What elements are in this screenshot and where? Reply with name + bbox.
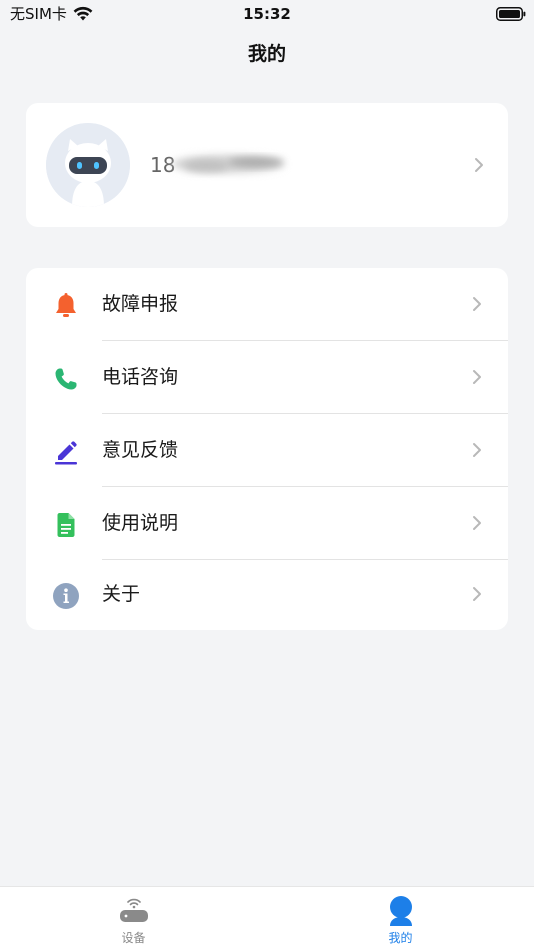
avatar xyxy=(46,123,130,207)
edit-icon xyxy=(52,438,80,466)
chevron-right-icon xyxy=(472,369,482,385)
chevron-right-icon xyxy=(472,586,482,602)
document-icon xyxy=(52,511,80,539)
menu-item-label: 使用说明 xyxy=(102,512,179,534)
robot-avatar-icon xyxy=(46,123,130,207)
status-bar: 无SIM卡 15:32 xyxy=(0,0,534,30)
tab-label: 设备 xyxy=(121,931,146,945)
user-icon xyxy=(385,895,417,927)
phone-icon xyxy=(52,365,80,393)
profile-card[interactable]: 18 xyxy=(26,103,508,227)
menu-item-instructions[interactable]: 使用说明 xyxy=(26,487,508,559)
tab-label: 我的 xyxy=(388,931,413,945)
status-time: 15:32 xyxy=(243,5,291,23)
menu-item-label: 意见反馈 xyxy=(102,439,179,461)
menu-item-fault-report[interactable]: 故障申报 xyxy=(26,268,508,340)
chevron-right-icon xyxy=(472,296,482,312)
chevron-right-icon xyxy=(472,442,482,458)
page-title: 我的 xyxy=(247,43,286,65)
chevron-right-icon xyxy=(472,515,482,531)
info-icon xyxy=(52,582,80,610)
tab-bar: 设备 我的 xyxy=(0,886,534,951)
menu-item-label: 关于 xyxy=(102,583,141,605)
tab-devices[interactable]: 设备 xyxy=(0,887,267,951)
menu-item-feedback[interactable]: 意见反馈 xyxy=(26,414,508,486)
battery-icon xyxy=(496,6,526,21)
menu-item-label: 电话咨询 xyxy=(102,366,179,388)
tab-mine[interactable]: 我的 xyxy=(267,887,534,951)
bell-icon xyxy=(52,292,80,320)
redacted-phone-blur xyxy=(166,147,296,181)
router-icon xyxy=(118,895,150,927)
menu-item-phone-consult[interactable]: 电话咨询 xyxy=(26,341,508,413)
menu-list: 故障申报 电话咨询 意见反馈 使用说明 关于 xyxy=(26,268,508,630)
menu-item-about[interactable]: 关于 xyxy=(26,558,508,630)
menu-item-label: 故障申报 xyxy=(102,293,179,315)
chevron-right-icon xyxy=(474,157,484,173)
